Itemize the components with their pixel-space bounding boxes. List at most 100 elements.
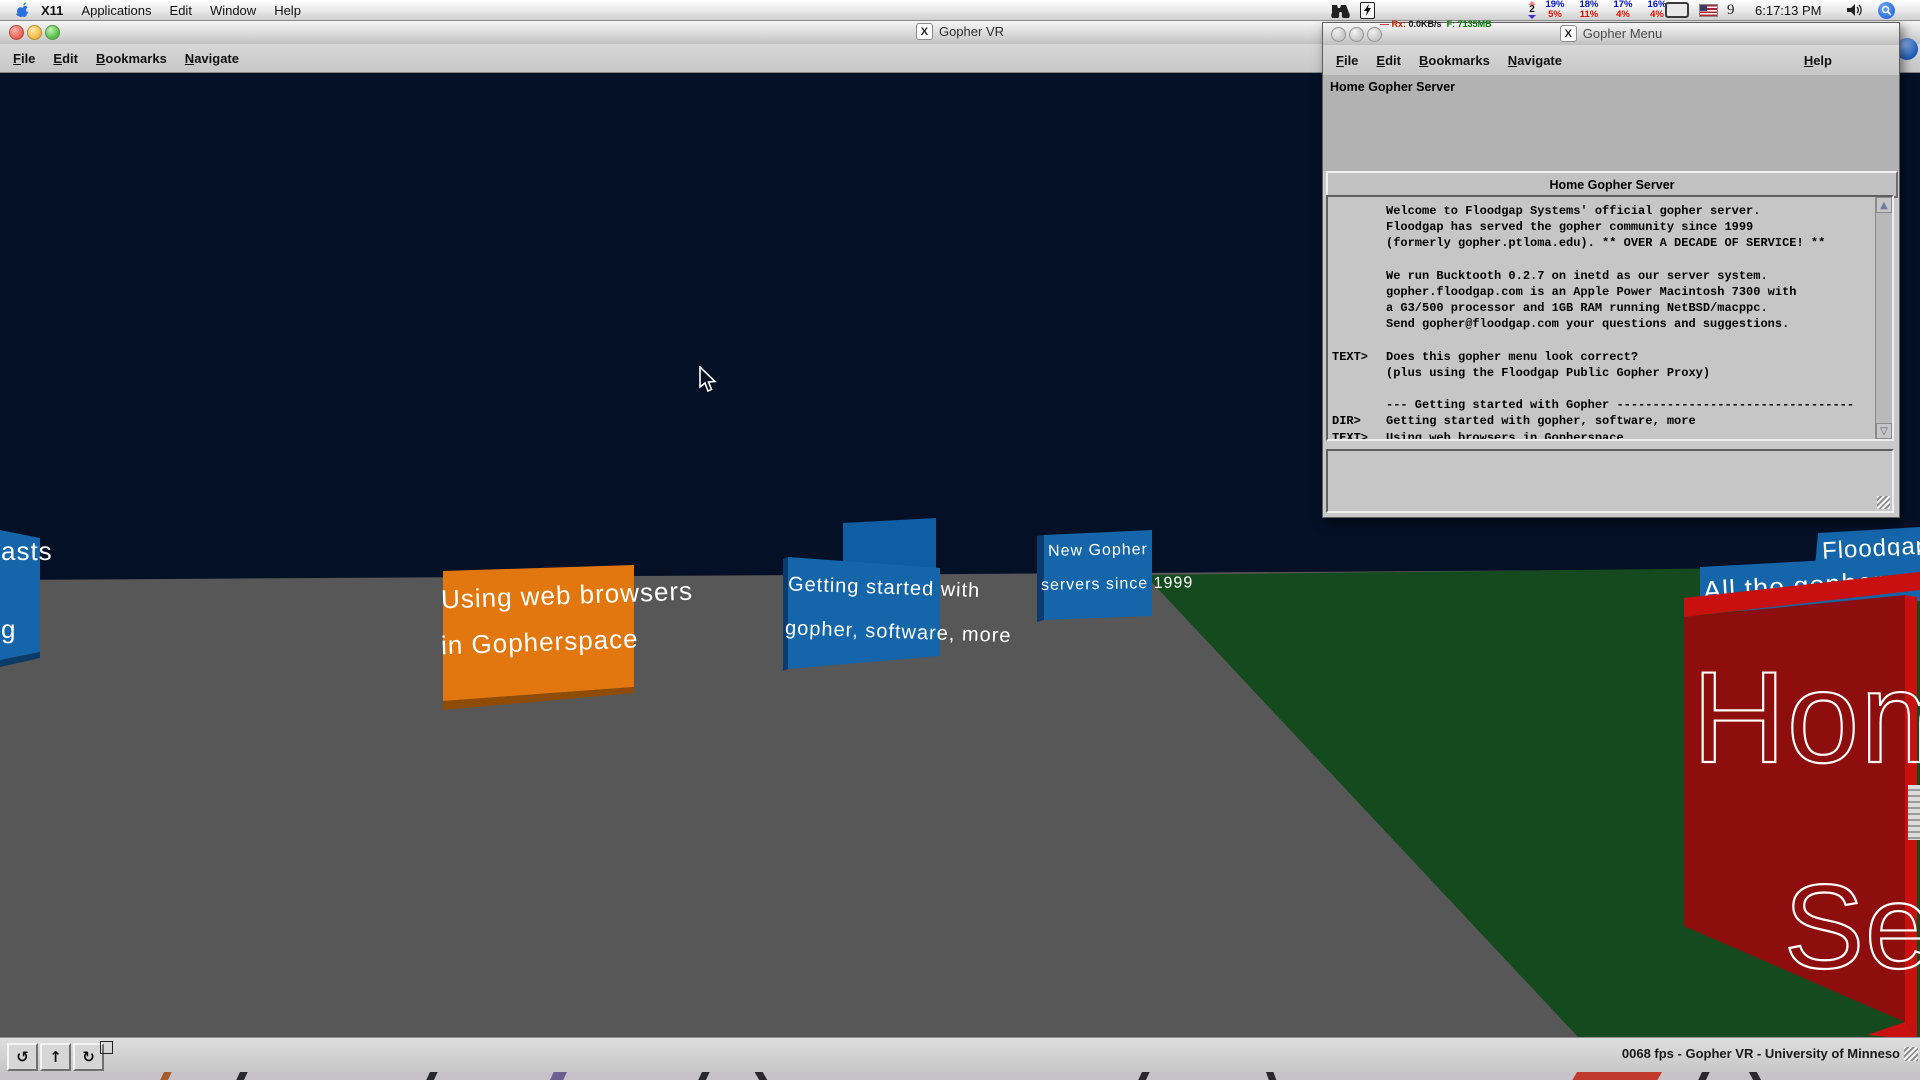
gopher-item-text: (plus using the Floodgap Public Gopher P… (1386, 365, 1710, 381)
gopher-item-text: Floodgap has served the gopher community… (1386, 219, 1753, 235)
mouse-cursor (698, 366, 718, 394)
gopher-info-line (1332, 381, 1874, 397)
gopher-item-text: Getting started with gopher, software, m… (1386, 413, 1696, 429)
gm-menu-file[interactable]: File (1327, 53, 1367, 68)
vr-menu-file[interactable]: File (4, 51, 44, 66)
keyboard-layout-indicator[interactable]: 9 (1727, 0, 1735, 20)
sign-left-partial[interactable]: asts g (0, 530, 48, 670)
gopher-info-line: (plus using the Floodgap Public Gopher P… (1332, 365, 1874, 381)
gopher-item-type (1332, 284, 1386, 300)
gopher-menu-item[interactable]: TEXT>Using web browsers in Gopherspace (1332, 430, 1874, 441)
gm-scrollbar[interactable]: ▲ ▽ (1875, 197, 1892, 439)
gopher-item-text: gopher.floodgap.com is an Apple Power Ma… (1386, 284, 1796, 300)
gopher-item-text: Send gopher@floodgap.com your questions … (1386, 316, 1789, 332)
sign-home-server[interactable]: Home Ser (1684, 570, 1920, 1037)
gopher-item-type (1332, 316, 1386, 332)
gopher-item-type: DIR> (1332, 413, 1386, 429)
mac-menu-applications[interactable]: Applications (72, 3, 160, 18)
gopher-item-type (1332, 252, 1386, 268)
gopher-menu-window[interactable]: X Gopher Menu FileEditBookmarksNavigate … (1322, 22, 1900, 518)
gopher-info-line: --- Getting started with Gopher --------… (1332, 397, 1874, 413)
rotate-left-button[interactable]: ↺ (7, 1043, 38, 1071)
move-up-button[interactable]: ↑ (40, 1043, 71, 1071)
scroll-down-button[interactable]: ▽ (1876, 423, 1892, 439)
gopher-item-text: (formerly gopher.ptloma.edu). ** OVER A … (1386, 235, 1825, 251)
gopher-item-text: Does this gopher menu look correct? (1386, 349, 1638, 365)
mac-menu-items: X11ApplicationsEditWindowHelp (32, 3, 310, 18)
gm-menu-list[interactable]: Welcome to Floodgap Systems' official go… (1326, 195, 1894, 441)
vr-menu-bookmarks[interactable]: Bookmarks (87, 51, 176, 66)
gopher-menu-item[interactable]: DIR>Getting started with gopher, softwar… (1332, 413, 1874, 429)
input-flag-icon[interactable] (1699, 0, 1718, 20)
gopher-item-text: --- Getting started with Gopher --------… (1386, 397, 1854, 413)
menubar-clock[interactable]: 6:17:13 PM (1755, 0, 1822, 20)
gopher-info-line: (formerly gopher.ptloma.edu). ** OVER A … (1332, 235, 1874, 251)
gopher-info-line: a G3/500 processor and 1GB RAM running N… (1332, 300, 1874, 316)
gopher-item-type: TEXT> (1332, 430, 1386, 441)
gopher-item-type (1332, 219, 1386, 235)
mac-menubar: X11ApplicationsEditWindowHelp — Tx: 0.0K… (0, 0, 1920, 21)
resize-grip[interactable] (1904, 1047, 1918, 1061)
gm-menu-navigate[interactable]: Navigate (1499, 53, 1571, 68)
gopher-item-type: TEXT> (1332, 349, 1386, 365)
x11-icon: X (916, 23, 933, 40)
gm-menu-bookmarks[interactable]: Bookmarks (1410, 53, 1499, 68)
volume-icon[interactable] (1847, 0, 1865, 20)
network-meter[interactable]: — Tx: 0.0KB/s U: 1057MB — Rx: 0.0KB/s F:… (1380, 0, 1492, 20)
mac-menu-x11[interactable]: X11 (32, 3, 72, 18)
x11-icon: X (1560, 25, 1577, 42)
cpu-meters: 19%5%18%11%17%4%16%4% (1538, 0, 1674, 20)
gopher-info-line (1332, 252, 1874, 268)
gopher-item-type (1332, 235, 1386, 251)
binoculars-icon[interactable] (1328, 0, 1350, 20)
gopher-info-line (1332, 333, 1874, 349)
load-indicator[interactable]: 2 (1528, 0, 1536, 20)
vr-menu-edit[interactable]: Edit (44, 51, 87, 66)
gopher-item-type (1332, 333, 1386, 349)
vr-statusbar: ↺ ↑ ↻ 0068 fps - Gopher VR - University … (0, 1037, 1920, 1072)
displays-icon[interactable] (1665, 0, 1689, 20)
sign-getting-started[interactable]: Getting started with gopher, software, m… (783, 554, 945, 682)
rx-value: 0.0KB/s (1409, 19, 1442, 29)
cpu-sys-percent: 5% (1538, 10, 1572, 20)
desktop-wallpaper-sliver (0, 1071, 1920, 1080)
gopher-info-line: gopher.floodgap.com is an Apple Power Ma… (1332, 284, 1874, 300)
sign-new-servers[interactable]: New Gopher servers since 1999 (1037, 528, 1157, 626)
scroll-up-button[interactable]: ▲ (1876, 197, 1892, 213)
resize-grip[interactable] (1877, 496, 1890, 509)
apple-menu-icon[interactable] (16, 2, 32, 18)
power-adapter-icon[interactable] (1360, 0, 1375, 20)
gopher-menu-item[interactable]: TEXT>Does this gopher menu look correct? (1332, 349, 1874, 365)
gopher-item-text: We run Bucktooth 0.2.7 on inetd as our s… (1386, 268, 1768, 284)
cpu-meter-2: 18%11% (1572, 0, 1606, 20)
rx-label: Rx: (1392, 19, 1407, 29)
mac-menu-help[interactable]: Help (265, 3, 310, 18)
gopher-item-type (1332, 268, 1386, 284)
gm-input-area[interactable] (1326, 449, 1894, 513)
gm-menu-edit[interactable]: Edit (1367, 53, 1410, 68)
background-window-sliver (1908, 785, 1920, 840)
mem-free: 7135MB (1458, 19, 1492, 29)
gopher-item-type (1332, 300, 1386, 316)
gopher-item-text: Welcome to Floodgap Systems' official go… (1386, 203, 1760, 219)
load-value: 2 (1529, 5, 1535, 15)
gopher-item-type (1332, 203, 1386, 219)
spotlight-icon[interactable] (1878, 0, 1895, 20)
gopher-item-text: a G3/500 processor and 1GB RAM running N… (1386, 300, 1768, 316)
gopher-item-text: Using web browsers in Gopherspace (1386, 430, 1624, 441)
gm-menubar: FileEditBookmarksNavigate Help (1323, 45, 1899, 76)
gopher-info-line: We run Bucktooth 0.2.7 on inetd as our s… (1332, 268, 1874, 284)
gm-document-area: Home Gopher Server (1323, 75, 1899, 171)
mac-menu-window[interactable]: Window (201, 3, 265, 18)
viewpoint-indicator (100, 1041, 113, 1054)
gopher-item-type (1332, 365, 1386, 381)
gopher-item-type (1332, 381, 1386, 397)
vr-menu-navigate[interactable]: Navigate (176, 51, 248, 66)
gm-menu-help[interactable]: Help (1795, 53, 1841, 68)
gm-header-button[interactable]: Home Gopher Server (1326, 171, 1898, 198)
sign-web-browsers[interactable]: Using web browsers in Gopherspace (441, 561, 639, 713)
load-down-arrow (1528, 15, 1536, 19)
gm-doc-title: Home Gopher Server (1330, 80, 1455, 94)
desktop: X11ApplicationsEditWindowHelp — Tx: 0.0K… (0, 0, 1920, 1080)
mac-menu-edit[interactable]: Edit (161, 3, 201, 18)
